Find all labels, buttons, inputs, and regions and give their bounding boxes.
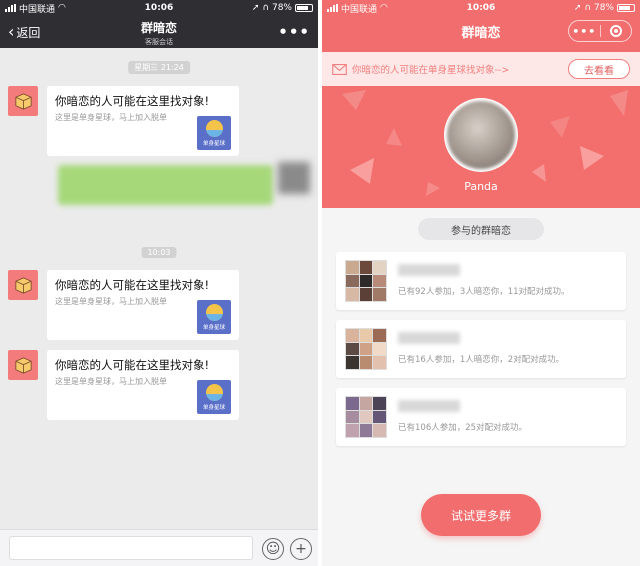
carrier: 中国联通 ◠ bbox=[327, 2, 388, 15]
mini-program-capsule: ••• bbox=[568, 20, 632, 42]
card-title: 你暗恋的人可能在这里找对象! bbox=[55, 358, 210, 372]
wifi-icon: ◠ bbox=[380, 3, 388, 13]
mini-program-screen: 中国联通 ◠ 10:06 ➚ ∩ 78% 群暗恋 ••• 你暗恋的人可能在单身星… bbox=[322, 0, 640, 566]
group-card[interactable]: 已有106人参加，25对配对成功。 bbox=[336, 388, 626, 446]
section-label: 参与的群暗恋 bbox=[418, 218, 544, 240]
group-card[interactable]: 已有16人参加，1人暗恋你，2对配对成功。 bbox=[336, 320, 626, 378]
message-card-row: 你暗恋的人可能在这里找对象! 这里是单身星球，马上加入脱单 单身星球 bbox=[8, 86, 239, 156]
status-right: ➚ ∩ 78% bbox=[574, 3, 635, 13]
notice-bar: 你暗恋的人可能在单身星球找对象--> 去看看 bbox=[322, 52, 640, 86]
group-stat: 已有16人参加，1人暗恋你，2对配对成功。 bbox=[398, 355, 565, 365]
profile-banner: Panda bbox=[322, 86, 640, 208]
location-icon: ➚ bbox=[251, 3, 260, 13]
box-icon bbox=[14, 92, 32, 110]
location-icon: ➚ bbox=[573, 3, 582, 13]
chat-title: 群暗恋 客服会话 bbox=[0, 19, 318, 47]
capsule-more-button[interactable]: ••• bbox=[569, 25, 600, 38]
wifi-icon: ◠ bbox=[58, 3, 66, 13]
profile-name: Panda bbox=[464, 180, 498, 193]
capsule-close-button[interactable] bbox=[601, 25, 632, 37]
group-stat: 已有106人参加，25对配对成功。 bbox=[398, 423, 528, 433]
more-button[interactable]: ••• bbox=[278, 23, 310, 41]
card-title: 你暗恋的人可能在这里找对象! bbox=[55, 94, 210, 108]
signal-icon bbox=[5, 4, 16, 12]
avatar[interactable] bbox=[8, 86, 38, 116]
message-card-row: 你暗恋的人可能在这里找对象! 这里是单身星球，马上加入脱单 单身星球 bbox=[8, 350, 239, 420]
planet-icon bbox=[205, 383, 223, 401]
link-card[interactable]: 你暗恋的人可能在这里找对象! 这里是单身星球，马上加入脱单 单身星球 bbox=[47, 350, 239, 420]
group-avatar-mosaic bbox=[345, 328, 387, 370]
carrier: 中国联通 ◠ bbox=[5, 2, 66, 15]
thumbnail-label: 单身星球 bbox=[202, 404, 225, 411]
chat-nav-bar: ‹ 返回 群暗恋 客服会话 ••• bbox=[0, 16, 318, 48]
card-description: 这里是单身星球，马上加入脱单 bbox=[55, 113, 167, 122]
headphones-icon: ∩ bbox=[584, 3, 591, 13]
thumbnail-label: 单身星球 bbox=[202, 324, 225, 331]
message-card-row: 你暗恋的人可能在这里找对象! 这里是单身星球，马上加入脱单 单身星球 bbox=[8, 270, 239, 340]
avatar[interactable] bbox=[8, 270, 38, 300]
box-icon bbox=[14, 276, 32, 294]
blurred-group-name bbox=[398, 264, 460, 276]
card-title: 你暗恋的人可能在这里找对象! bbox=[55, 278, 210, 292]
header: 中国联通 ◠ 10:06 ➚ ∩ 78% 群暗恋 ••• 你暗恋的人可能在单身星… bbox=[322, 0, 640, 86]
planet-icon bbox=[205, 303, 223, 321]
chevron-left-icon: ‹ bbox=[8, 22, 15, 41]
blurred-group-name bbox=[398, 400, 460, 412]
group-card[interactable]: 已有92人参加，3人暗恋你，11对配对成功。 bbox=[336, 252, 626, 310]
profile-avatar[interactable] bbox=[444, 98, 518, 172]
battery-icon bbox=[295, 4, 313, 12]
chat-title-text: 群暗恋 bbox=[140, 21, 177, 35]
try-more-groups-button[interactable]: 试试更多群 bbox=[421, 494, 541, 536]
carrier-label: 中国联通 bbox=[19, 4, 56, 15]
back-label: 返回 bbox=[16, 25, 41, 40]
card-thumbnail: 单身星球 bbox=[197, 116, 231, 150]
mail-icon bbox=[332, 63, 347, 75]
group-avatar-mosaic bbox=[345, 260, 387, 302]
link-card[interactable]: 你暗恋的人可能在这里找对象! 这里是单身星球，马上加入脱单 单身星球 bbox=[47, 270, 239, 340]
plus-icon[interactable]: + bbox=[290, 538, 312, 560]
emoji-icon[interactable]: ☺ bbox=[262, 538, 284, 560]
battery-label: 78% bbox=[271, 3, 292, 13]
planet-icon bbox=[205, 119, 223, 137]
headphones-icon: ∩ bbox=[262, 3, 269, 13]
blurred-reply-bubble bbox=[58, 165, 273, 205]
status-bar: 中国联通 ◠ 10:06 ➚ ∩ 78% bbox=[0, 0, 318, 16]
signal-icon bbox=[327, 4, 338, 12]
blurred-group-name bbox=[398, 332, 460, 344]
go-see-button[interactable]: 去看看 bbox=[568, 59, 630, 79]
message-input[interactable] bbox=[9, 536, 253, 560]
close-circle-icon bbox=[609, 25, 622, 37]
blurred-user-avatar bbox=[278, 162, 310, 194]
group-stat: 已有92人参加，3人暗恋你，11对配对成功。 bbox=[398, 287, 570, 297]
wechat-chat-screen: 中国联通 ◠ 10:06 ➚ ∩ 78% ‹ 返回 群暗恋 客服会话 ••• 星… bbox=[0, 0, 318, 566]
card-description: 这里是单身星球，马上加入脱单 bbox=[55, 377, 167, 386]
status-right: ➚ ∩ 78% bbox=[252, 3, 313, 13]
timestamp-pill: 10:03 bbox=[141, 247, 177, 258]
battery-label: 78% bbox=[593, 3, 614, 13]
group-avatar-mosaic bbox=[345, 396, 387, 438]
notice-text: 你暗恋的人可能在单身星球找对象--> bbox=[352, 65, 510, 76]
carrier-label: 中国联通 bbox=[341, 4, 378, 15]
back-button[interactable]: ‹ 返回 bbox=[8, 24, 40, 41]
chat-subtitle: 客服会话 bbox=[145, 38, 173, 46]
card-thumbnail: 单身星球 bbox=[197, 380, 231, 414]
chat-input-bar: ☺ + bbox=[0, 529, 318, 566]
timestamp-pill: 星期三 21:24 bbox=[128, 61, 190, 74]
status-bar: 中国联通 ◠ 10:06 ➚ ∩ 78% bbox=[322, 0, 640, 16]
link-card[interactable]: 你暗恋的人可能在这里找对象! 这里是单身星球，马上加入脱单 单身星球 bbox=[47, 86, 239, 156]
avatar[interactable] bbox=[8, 350, 38, 380]
box-icon bbox=[14, 356, 32, 374]
card-thumbnail: 单身星球 bbox=[197, 300, 231, 334]
card-description: 这里是单身星球，马上加入脱单 bbox=[55, 297, 167, 306]
thumbnail-label: 单身星球 bbox=[202, 140, 225, 147]
battery-icon bbox=[617, 4, 635, 12]
